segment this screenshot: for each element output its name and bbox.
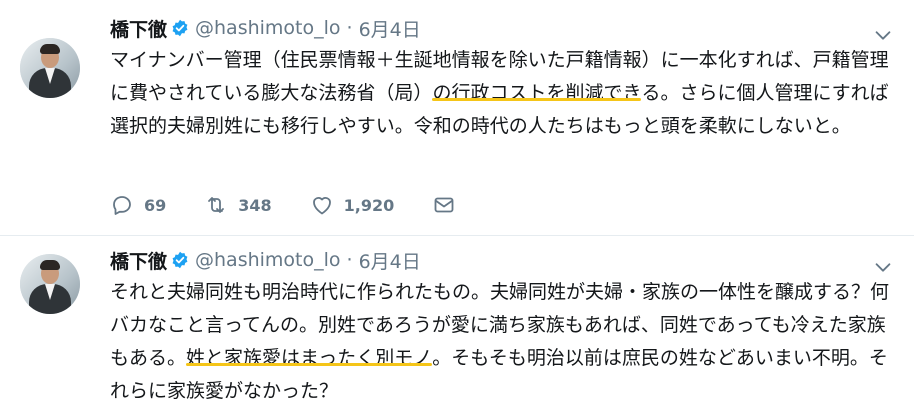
- author-handle[interactable]: @hashimoto_lo: [195, 17, 341, 39]
- author-handle[interactable]: @hashimoto_lo: [195, 249, 341, 271]
- reply-count: 69: [144, 195, 167, 215]
- highlighted-text: 姓と家族愛はまったく別モノ: [186, 347, 433, 369]
- tweet-1[interactable]: 橋下徹 @hashimoto_lo · 6月4日 マイナンバー管理（住民票情報＋…: [0, 0, 914, 236]
- dm-button[interactable]: [432, 193, 456, 217]
- highlighted-text: の行政コストを削減でき: [432, 82, 642, 104]
- retweet-icon: [208, 197, 225, 213]
- chevron-down-icon[interactable]: [872, 24, 894, 46]
- author-name[interactable]: 橋下徹: [110, 15, 167, 42]
- reply-button[interactable]: 69: [110, 193, 166, 217]
- verified-badge-icon: [172, 251, 188, 269]
- retweet-button[interactable]: 348: [204, 193, 272, 217]
- like-button[interactable]: 1,920: [310, 193, 395, 217]
- tweet-2[interactable]: 橋下徹 @hashimoto_lo · 6月4日 それと夫婦同姓も明治時代に作ら…: [0, 236, 914, 420]
- tweet-text: それと夫婦同姓も明治時代に作られたもの。夫婦同姓が夫婦・家族の一体性を醸成する？…: [110, 276, 890, 408]
- heart-icon: [312, 197, 331, 215]
- tweet-date[interactable]: 6月4日: [359, 15, 421, 42]
- tweet-header: 橋下徹 @hashimoto_lo · 6月4日: [110, 246, 421, 274]
- reply-icon: [113, 196, 131, 215]
- separator-dot: ·: [346, 17, 353, 39]
- verified-badge-icon: [172, 19, 188, 37]
- avatar[interactable]: [20, 38, 80, 98]
- avatar[interactable]: [20, 254, 80, 314]
- like-count: 1,920: [343, 195, 395, 215]
- retweet-count: 348: [238, 195, 272, 215]
- tweet-header: 橋下徹 @hashimoto_lo · 6月4日: [110, 14, 421, 42]
- tweet-actions: 69 348 1,920: [110, 192, 494, 218]
- separator-dot: ·: [346, 249, 353, 271]
- tweet-date[interactable]: 6月4日: [359, 247, 421, 274]
- envelope-icon: [434, 197, 454, 213]
- chevron-down-icon[interactable]: [872, 256, 894, 278]
- tweet-text: マイナンバー管理（住民票情報＋生誕地情報を除いた戸籍情報）に一本化すれば、戸籍管…: [110, 44, 890, 143]
- author-name[interactable]: 橋下徹: [110, 247, 167, 274]
